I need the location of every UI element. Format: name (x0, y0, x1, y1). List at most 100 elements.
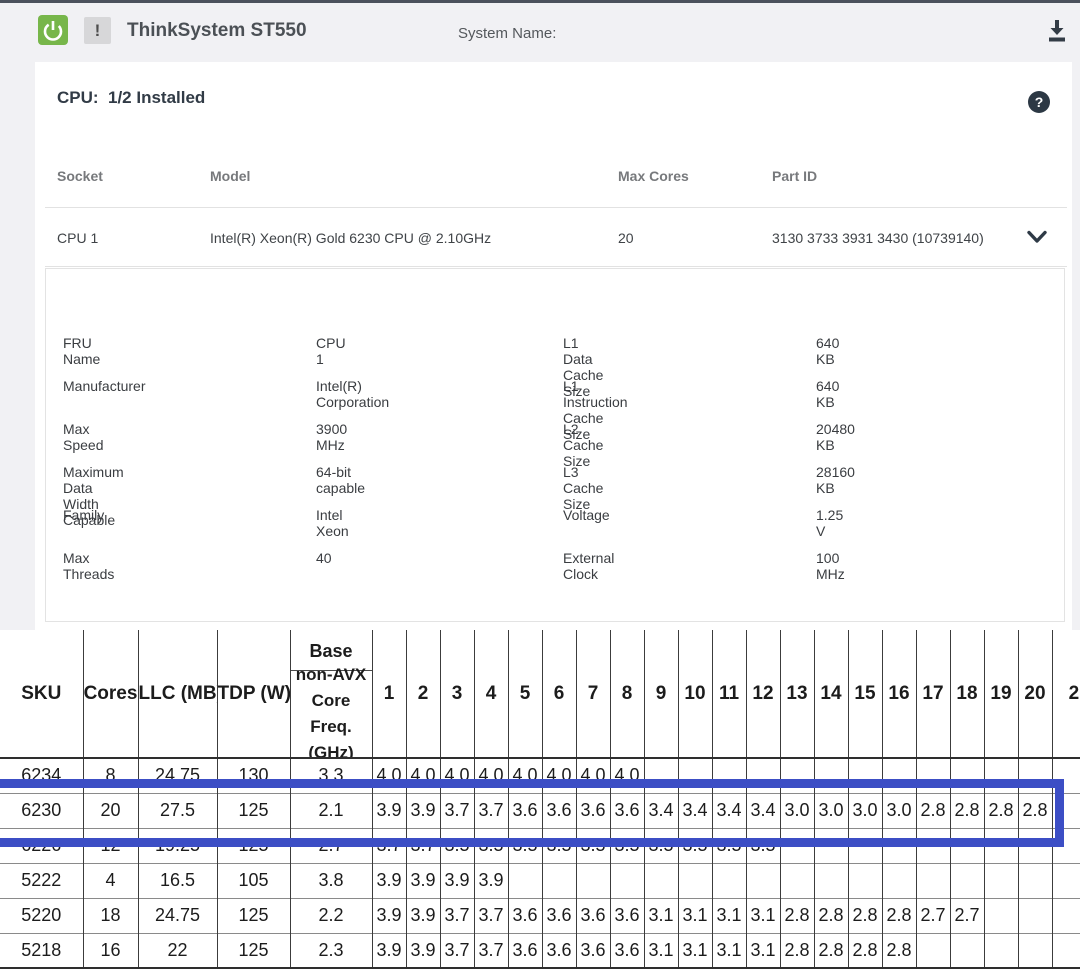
turbo-cell-sku: 6230 (0, 793, 83, 828)
turbo-header-cores-active-2: 2 (406, 630, 440, 758)
turbo-cell-freq: 3.7 (474, 933, 508, 968)
turbo-cell-freq (1052, 933, 1080, 968)
turbo-cell-freq: 3.6 (508, 898, 542, 933)
turbo-cell-tdp: 125 (217, 933, 290, 968)
turbo-cell-freq: 3.0 (848, 793, 882, 828)
turbo-row-5222: 5222416.51053.83.93.93.93.9 (0, 863, 1080, 898)
detail-label: L2 Cache Size (563, 421, 603, 469)
turbo-cell-freq: 3.5 (542, 828, 576, 863)
turbo-cell-freq (712, 863, 746, 898)
turbo-cell-freq: 3.5 (474, 828, 508, 863)
turbo-cell-freq: 3.6 (508, 793, 542, 828)
turbo-cell-freq: 3.5 (644, 828, 678, 863)
turbo-cell-base-freq: 3.8 (290, 863, 372, 898)
turbo-cell-freq: 3.5 (508, 828, 542, 863)
turbo-cell-freq (814, 863, 848, 898)
turbo-cell-freq: 3.4 (746, 793, 780, 828)
turbo-cell-freq: 3.1 (678, 898, 712, 933)
turbo-cell-freq (950, 758, 984, 793)
turbo-header-cores-active-12: 12 (746, 630, 780, 758)
download-icon (1044, 17, 1070, 45)
turbo-cell-freq: 3.9 (440, 863, 474, 898)
detail-label: L3 Cache Size (563, 464, 603, 512)
cpu-row-max-cores: 20 (618, 230, 634, 246)
turbo-cell-freq: 3.5 (440, 828, 474, 863)
warning-status-button[interactable]: ! (84, 17, 111, 44)
turbo-cell-tdp: 125 (217, 828, 290, 863)
turbo-cell-freq: 4.0 (508, 758, 542, 793)
turbo-cell-freq: 2.8 (916, 793, 950, 828)
turbo-cell-freq: 3.6 (610, 793, 644, 828)
turbo-cell-sku: 6226 (0, 828, 83, 863)
turbo-cell-freq (848, 758, 882, 793)
turbo-cell-freq (882, 758, 916, 793)
turbo-header-cores-active-7: 7 (576, 630, 610, 758)
turbo-cell-freq (950, 933, 984, 968)
detail-value: 100 MHz (816, 550, 845, 582)
cpu-panel: CPU: 1/2 Installed ? Socket Model Max Co… (35, 62, 1072, 630)
turbo-cell-freq (950, 863, 984, 898)
detail-label: Max Threads (63, 550, 114, 582)
turbo-row-6226: 62261219.251252.73.73.73.53.53.53.53.53.… (0, 828, 1080, 863)
turbo-cell-freq: 3.4 (712, 793, 746, 828)
turbo-cell-freq: 3.5 (678, 828, 712, 863)
turbo-cell-freq (780, 863, 814, 898)
turbo-cell-freq (1052, 863, 1080, 898)
turbo-header-cores-active-10: 10 (678, 630, 712, 758)
turbo-header-cores: Cores (83, 630, 138, 758)
detail-value: 28160 KB (816, 464, 855, 496)
turbo-cell-llc: 19.25 (138, 828, 217, 863)
turbo-cell-freq (712, 758, 746, 793)
turbo-cell-freq: 3.7 (474, 898, 508, 933)
turbo-cell-freq: 3.9 (406, 898, 440, 933)
detail-value: CPU 1 (316, 335, 346, 367)
turbo-cell-freq (1018, 758, 1052, 793)
turbo-header-tdp: TDP (W) (217, 630, 290, 758)
turbo-cell-freq: 2.8 (1018, 793, 1052, 828)
turbo-table: SKUCoresLLC (MB)TDP (W)Basenon-AVX Core … (0, 630, 1080, 969)
help-button[interactable]: ? (1028, 91, 1050, 113)
turbo-cell-freq (984, 863, 1018, 898)
system-title: ThinkSystem ST550 (127, 20, 307, 42)
turbo-cell-freq: 2.7 (916, 898, 950, 933)
turbo-cell-freq: 3.1 (746, 933, 780, 968)
turbo-cell-freq: 3.7 (440, 898, 474, 933)
turbo-cell-freq (644, 863, 678, 898)
turbo-cell-freq (1018, 863, 1052, 898)
detail-value: 1.25 V (816, 507, 843, 539)
turbo-cell-freq (1018, 933, 1052, 968)
turbo-cell-freq (746, 863, 780, 898)
detail-value: 640 KB (816, 335, 839, 367)
collapse-row-button[interactable] (1026, 230, 1048, 244)
turbo-cell-freq: 4.0 (372, 758, 406, 793)
turbo-cell-freq: 3.9 (372, 863, 406, 898)
detail-label: Manufacturer (63, 378, 145, 394)
turbo-row-5218: 521816221252.33.93.93.73.73.63.63.63.63.… (0, 933, 1080, 968)
turbo-cell-freq: 4.0 (406, 758, 440, 793)
turbo-cell-freq: 3.0 (814, 793, 848, 828)
detail-value: Intel Xeon (316, 507, 349, 539)
turbo-cell-freq: 3.6 (576, 933, 610, 968)
download-button[interactable] (1044, 17, 1070, 45)
turbo-cell-freq: 4.0 (542, 758, 576, 793)
turbo-cell-freq: 3.9 (406, 933, 440, 968)
turbo-header-cores-active-5: 5 (508, 630, 542, 758)
turbo-cell-freq: 3.6 (576, 793, 610, 828)
turbo-cell-freq (848, 828, 882, 863)
turbo-cell-freq: 3.1 (746, 898, 780, 933)
turbo-cell-freq: 2.8 (848, 933, 882, 968)
turbo-cell-freq: 3.0 (882, 793, 916, 828)
turbo-cell-freq: 4.0 (610, 758, 644, 793)
power-status-button[interactable] (38, 15, 68, 45)
column-header-socket: Socket (57, 168, 103, 184)
turbo-header-base-bottom: non-AVX Core Freq. (GHz) (291, 671, 372, 757)
turbo-cell-freq: 3.5 (610, 828, 644, 863)
detail-label: Voltage (563, 507, 610, 523)
turbo-cell-freq: 4.0 (440, 758, 474, 793)
turbo-cell-freq (1052, 898, 1080, 933)
detail-value: 3900 MHz (316, 421, 347, 453)
turbo-cell-freq (848, 863, 882, 898)
turbo-cell-freq: 3.6 (610, 898, 644, 933)
turbo-cell-freq: 4.0 (474, 758, 508, 793)
turbo-cell-freq (916, 863, 950, 898)
